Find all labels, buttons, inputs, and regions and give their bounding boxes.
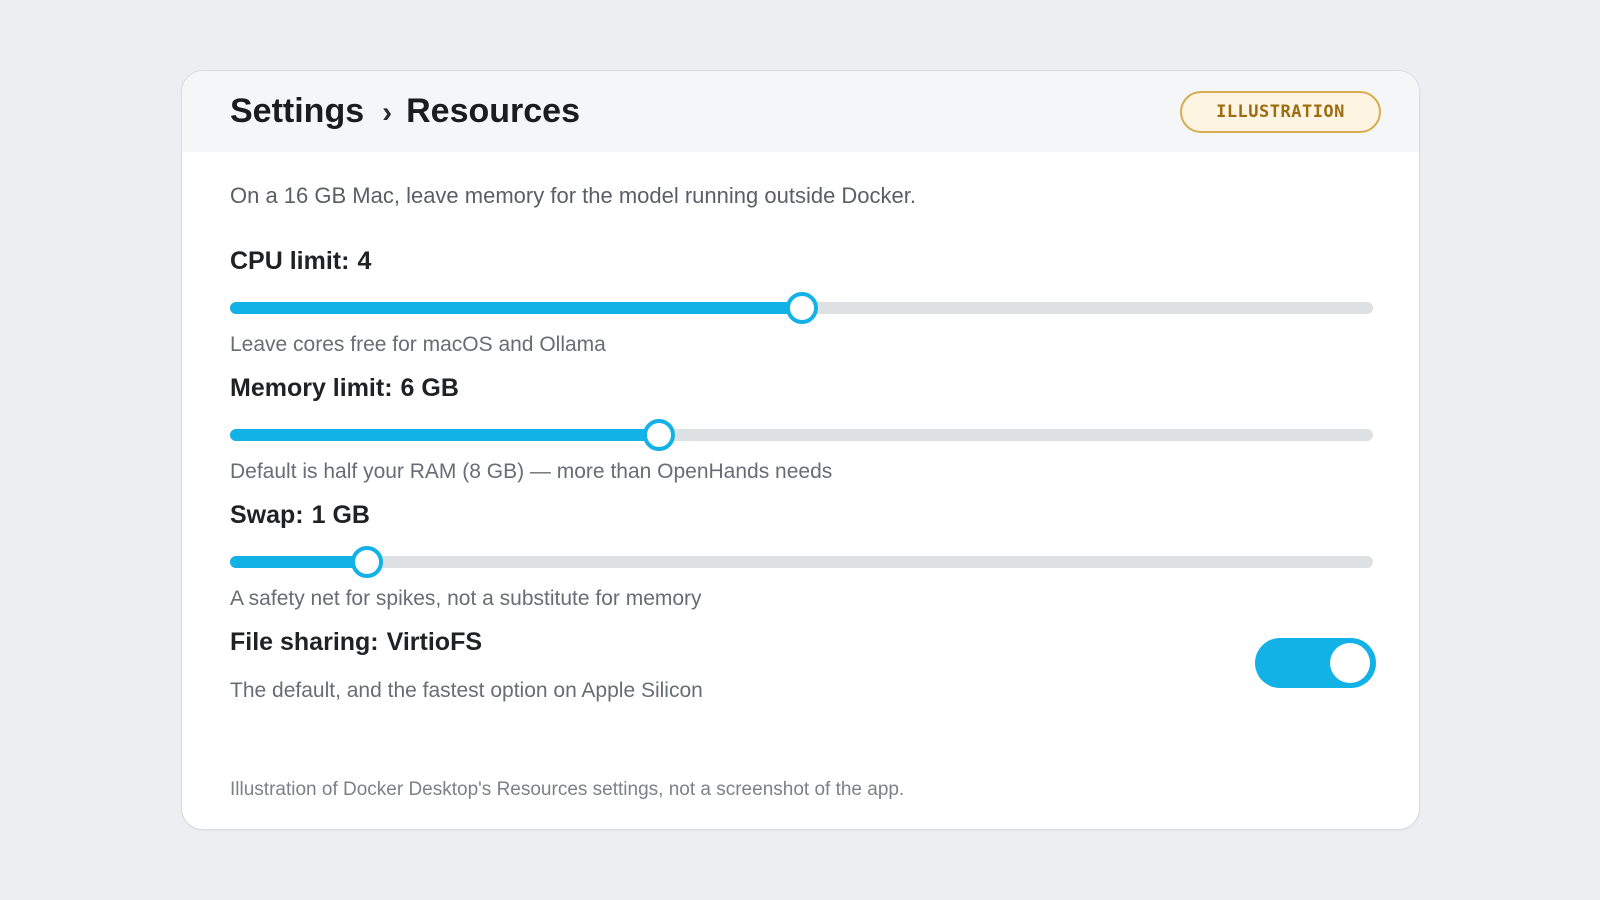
swap-thumb[interactable] bbox=[351, 546, 384, 578]
memory-limit-value: 6 GB bbox=[400, 374, 459, 402]
cpu-limit-label-text: CPU limit: bbox=[230, 247, 350, 275]
memory-limit-thumb[interactable] bbox=[642, 419, 675, 451]
memory-limit-fill bbox=[230, 429, 659, 441]
file-sharing-hint: The default, and the fastest option on A… bbox=[230, 679, 703, 702]
cpu-limit-hint: Leave cores free for macOS and Ollama bbox=[230, 333, 606, 356]
file-sharing-label-text: File sharing: bbox=[230, 628, 379, 656]
swap-value: 1 GB bbox=[311, 501, 370, 529]
swap-hint: A safety net for spikes, not a substitut… bbox=[230, 587, 702, 610]
memory-limit-slider[interactable] bbox=[230, 417, 1373, 453]
footnote: Illustration of Docker Desktop's Resourc… bbox=[230, 779, 905, 800]
breadcrumb-current: Resources bbox=[406, 92, 580, 130]
breadcrumb: Settings › Resources bbox=[230, 89, 580, 133]
memory-limit-hint: Default is half your RAM (8 GB) — more t… bbox=[230, 460, 833, 483]
memory-limit-label: Memory limit: 6 GB bbox=[230, 374, 459, 403]
swap-slider[interactable] bbox=[230, 544, 1373, 580]
file-sharing-value: VirtioFS bbox=[386, 628, 483, 656]
file-sharing-label: File sharing: VirtioFS bbox=[230, 628, 482, 657]
toggle-knob[interactable] bbox=[1330, 643, 1370, 683]
breadcrumb-separator-icon: › bbox=[382, 96, 393, 129]
cpu-limit-label: CPU limit: 4 bbox=[230, 247, 371, 276]
swap-label-text: Swap: bbox=[230, 501, 304, 529]
cpu-limit-value: 4 bbox=[357, 247, 372, 275]
cpu-limit-fill bbox=[230, 302, 802, 314]
swap-track[interactable] bbox=[230, 556, 1373, 568]
cpu-limit-thumb[interactable] bbox=[785, 292, 818, 324]
settings-card: Settings › Resources ILLUSTRATION On a 16 … bbox=[181, 70, 1420, 830]
intro-text: On a 16 GB Mac, leave memory for the mod… bbox=[230, 183, 916, 208]
card-header: Settings › Resources ILLUSTRATION bbox=[182, 71, 1419, 152]
breadcrumb-root[interactable]: Settings bbox=[230, 92, 364, 130]
swap-label: Swap: 1 GB bbox=[230, 501, 370, 530]
illustration-badge: ILLUSTRATION bbox=[1180, 91, 1381, 133]
file-sharing-toggle[interactable] bbox=[1255, 638, 1376, 688]
swap-fill bbox=[230, 556, 368, 568]
memory-limit-label-text: Memory limit: bbox=[230, 374, 393, 402]
cpu-limit-slider[interactable] bbox=[230, 290, 1373, 326]
